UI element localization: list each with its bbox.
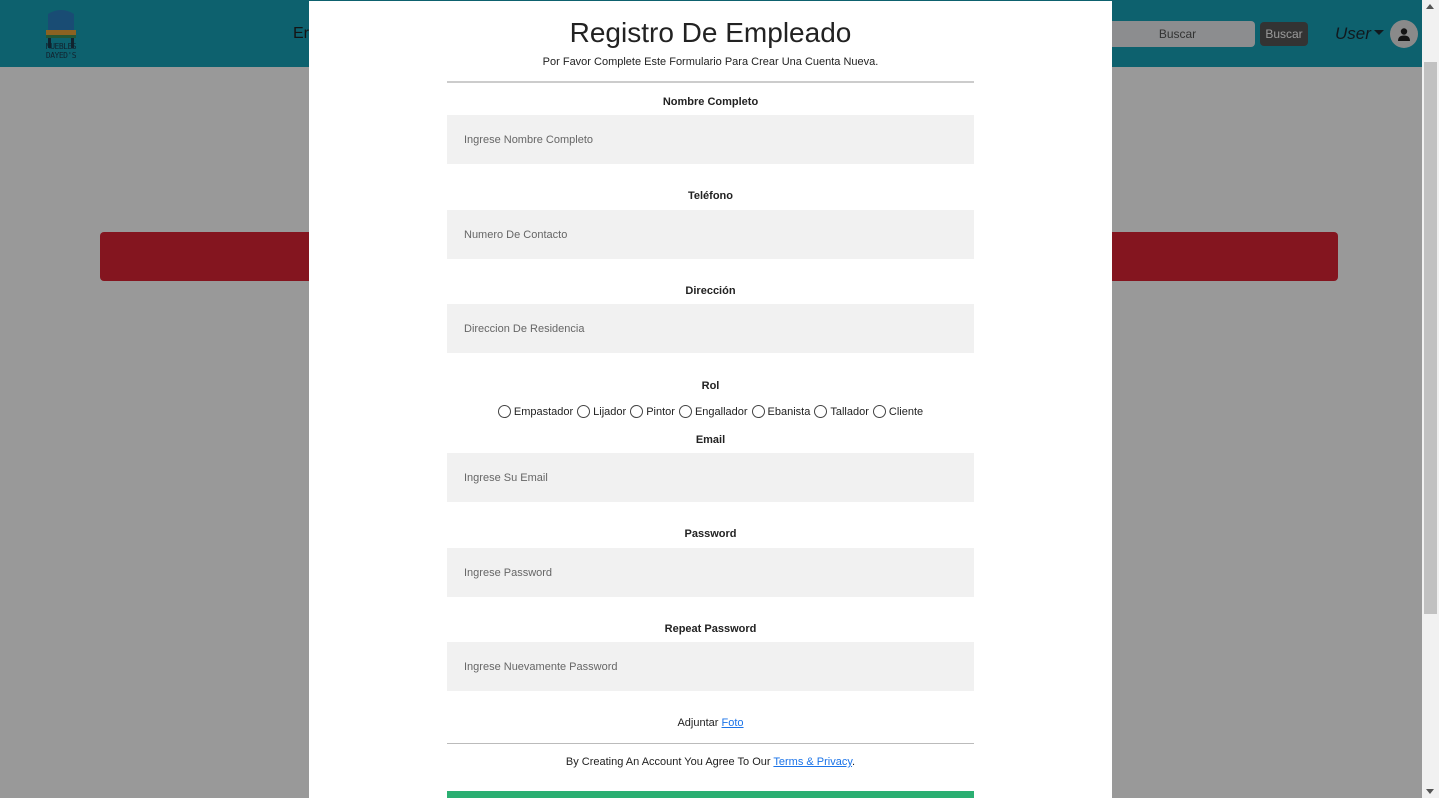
scroll-down-icon[interactable] [1426,789,1434,794]
repeat-password-field[interactable] [447,642,974,691]
password-field[interactable] [447,548,974,597]
address-field[interactable] [447,304,974,353]
name-label: Nombre Completo [662,96,759,108]
photo-link[interactable]: Foto [722,717,744,729]
role-option-lijador[interactable]: Lijador [577,405,626,418]
scroll-up-icon[interactable] [1426,4,1434,9]
role-option-tallador[interactable]: Tallador [814,405,869,418]
radio-button[interactable] [497,405,511,418]
repeat-password-label: Repeat Password [664,623,757,635]
role-option-engallador[interactable]: Engallador [678,405,748,418]
terms-text: By Creating An Account You Agree To Our … [565,756,856,768]
submit-button[interactable] [447,791,974,798]
address-label: Dirección [685,285,736,297]
radio-button[interactable] [814,405,828,418]
radio-button[interactable] [872,405,886,418]
radio-button[interactable] [577,405,591,418]
terms-link[interactable]: Terms & Privacy [773,756,852,768]
role-option-pintor[interactable]: Pintor [630,405,675,418]
name-field[interactable] [447,115,974,164]
divider [447,743,974,744]
scrollbar[interactable] [1422,0,1439,798]
scroll-thumb[interactable] [1424,62,1437,614]
register-modal: Registro De Empleado Por Favor Complete … [309,1,1112,798]
phone-field[interactable] [447,210,974,259]
password-label: Password [684,528,737,540]
role-option-cliente[interactable]: Cliente [872,405,923,418]
modal-subtitle: Por Favor Complete Este Formulario Para … [542,56,879,68]
email-field[interactable] [447,453,974,502]
radio-button[interactable] [678,405,692,418]
radio-button[interactable] [751,405,765,418]
divider [447,81,974,83]
attach-photo: Adjuntar Foto [677,717,744,729]
role-option-empastador[interactable]: Empastador [497,405,573,418]
phone-label: Teléfono [687,190,733,202]
email-label: Email [695,434,726,446]
role-option-ebanista[interactable]: Ebanista [751,405,810,418]
modal-title: Registro De Empleado [569,17,852,48]
role-label: Rol [701,380,720,392]
radio-button[interactable] [630,405,644,418]
role-radio-group: Empastador Lijador Pintor Engallador Eba… [447,405,974,418]
